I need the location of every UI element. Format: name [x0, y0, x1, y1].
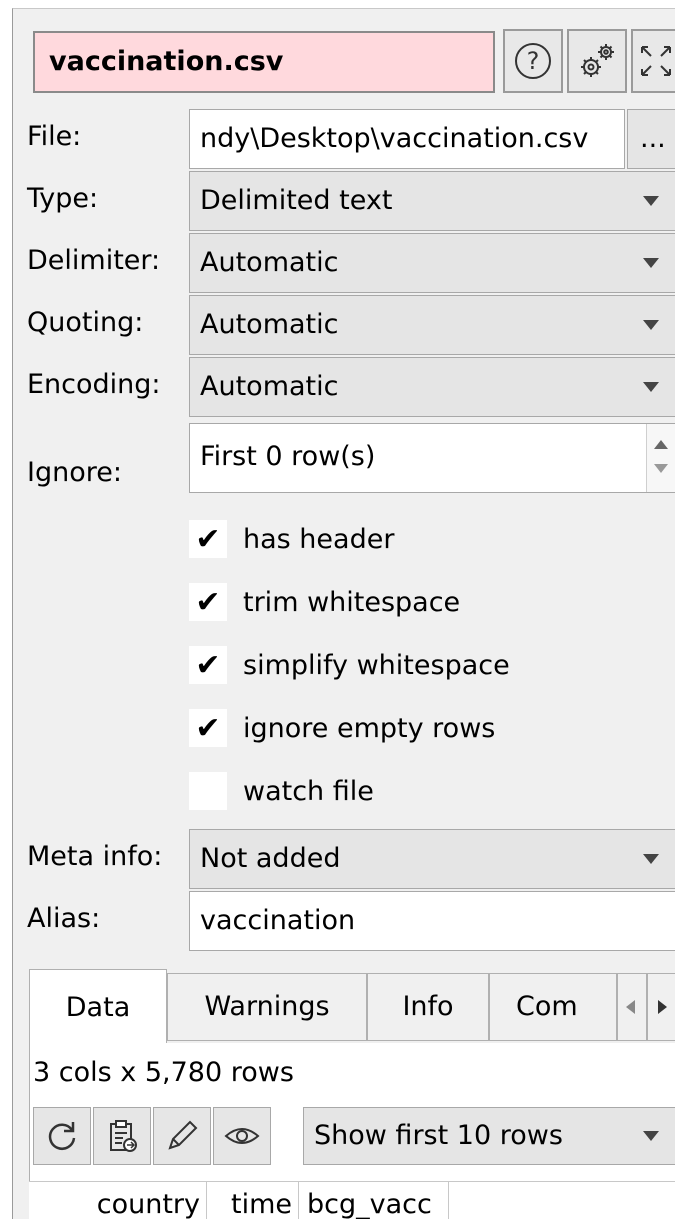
expand-icon — [641, 46, 671, 76]
edit-button[interactable] — [153, 1107, 211, 1165]
simplify-whitespace-label: simplify whitespace — [243, 649, 510, 681]
data-table-header: country time bcg_vacc — [29, 1181, 675, 1219]
tab-info[interactable]: Info — [367, 973, 489, 1041]
trim-whitespace-label: trim whitespace — [243, 586, 461, 618]
ignore-empty-rows-label: ignore empty rows — [243, 712, 496, 744]
row-count-summary: 3 cols x 5,780 rows — [33, 1057, 294, 1088]
preview-button[interactable] — [213, 1107, 271, 1165]
browse-button[interactable]: ... — [627, 109, 675, 169]
delimiter-label: Delimiter: — [27, 245, 161, 276]
has-header-check-mark: ✔ — [189, 520, 227, 558]
ignore-empty-rows-checkbox[interactable]: ✔ ignore empty rows — [189, 706, 495, 750]
meta-info-select[interactable]: Not added — [189, 829, 675, 889]
tab-data[interactable]: Data — [29, 969, 167, 1043]
encoding-value: Automatic — [200, 371, 339, 402]
encoding-label: Encoding: — [27, 369, 161, 400]
quoting-select[interactable]: Automatic — [189, 295, 675, 355]
type-value: Delimited text — [200, 185, 393, 216]
svg-text:?: ? — [527, 47, 540, 75]
tab-warnings[interactable]: Warnings — [167, 973, 367, 1041]
tab-bar: Data Warnings Info Com — [29, 969, 675, 1043]
arrow-right-icon — [658, 1000, 667, 1014]
ignore-rows-spinbox[interactable]: First 0 row(s) — [189, 423, 675, 493]
meta-info-label: Meta info: — [27, 841, 163, 872]
maximize-button[interactable] — [631, 29, 675, 93]
has-header-label: has header — [243, 523, 395, 555]
spin-buttons[interactable] — [646, 424, 675, 492]
chevron-down-icon — [643, 196, 659, 206]
file-label: File: — [27, 121, 82, 152]
dataset-name[interactable]: vaccination.csv — [33, 31, 495, 93]
simplify-whitespace-check-mark: ✔ — [189, 646, 227, 684]
has-header-checkbox[interactable]: ✔ has header — [189, 517, 394, 561]
eye-icon — [224, 1128, 260, 1144]
simplify-whitespace-checkbox[interactable]: ✔ simplify whitespace — [189, 643, 510, 687]
spin-down-icon[interactable] — [654, 464, 668, 473]
gears-icon — [581, 44, 614, 77]
chevron-down-icon — [643, 382, 659, 392]
show-rows-select[interactable]: Show first 10 rows — [303, 1107, 675, 1165]
chevron-down-icon — [643, 320, 659, 330]
trim-whitespace-checkbox[interactable]: ✔ trim whitespace — [189, 580, 460, 624]
column-header-bcg-vacc[interactable]: bcg_vacc — [299, 1182, 449, 1219]
settings-button[interactable] — [567, 29, 627, 93]
file-path-field[interactable]: ndy\Desktop\vaccination.csv — [189, 109, 625, 169]
type-label: Type: — [27, 183, 99, 214]
chevron-down-icon — [643, 258, 659, 268]
chevron-down-icon — [643, 854, 659, 864]
type-select[interactable]: Delimited text — [189, 171, 675, 231]
arrow-left-icon — [626, 1000, 635, 1014]
column-header-country[interactable]: country — [29, 1182, 207, 1219]
tab-scroll-left-button[interactable] — [617, 973, 647, 1041]
column-header-time[interactable]: time — [207, 1182, 299, 1219]
tab-com[interactable]: Com — [489, 973, 617, 1041]
chevron-down-icon — [643, 1131, 659, 1141]
alias-field[interactable]: vaccination — [189, 891, 675, 951]
refresh-button[interactable] — [33, 1107, 91, 1165]
encoding-select[interactable]: Automatic — [189, 357, 675, 417]
refresh-icon — [48, 1122, 76, 1150]
ignore-value: First 0 row(s) — [200, 441, 376, 472]
watch-file-label: watch file — [243, 775, 374, 807]
input-panel: vaccination.csv ? File: ndy\Desktop\vacc… — [12, 8, 675, 1219]
show-rows-value: Show first 10 rows — [314, 1120, 563, 1151]
meta-info-value: Not added — [200, 843, 341, 874]
watch-file-checkbox[interactable]: watch file — [189, 769, 374, 813]
trim-whitespace-check-mark: ✔ — [189, 583, 227, 621]
ignore-empty-rows-check-mark: ✔ — [189, 709, 227, 747]
help-icon: ? — [515, 43, 551, 79]
pencil-icon — [168, 1120, 198, 1150]
alias-label: Alias: — [27, 903, 101, 934]
watch-file-check-box — [189, 772, 227, 810]
quoting-value: Automatic — [200, 309, 339, 340]
help-button[interactable]: ? — [503, 29, 563, 93]
copy-to-clipboard-button[interactable] — [93, 1107, 151, 1165]
clipboard-icon — [110, 1120, 137, 1152]
delimiter-value: Automatic — [200, 247, 339, 278]
tab-scroll-right-button[interactable] — [647, 973, 675, 1041]
quoting-label: Quoting: — [27, 307, 144, 338]
ignore-label: Ignore: — [27, 457, 122, 488]
delimiter-select[interactable]: Automatic — [189, 233, 675, 293]
spin-up-icon[interactable] — [654, 440, 668, 449]
